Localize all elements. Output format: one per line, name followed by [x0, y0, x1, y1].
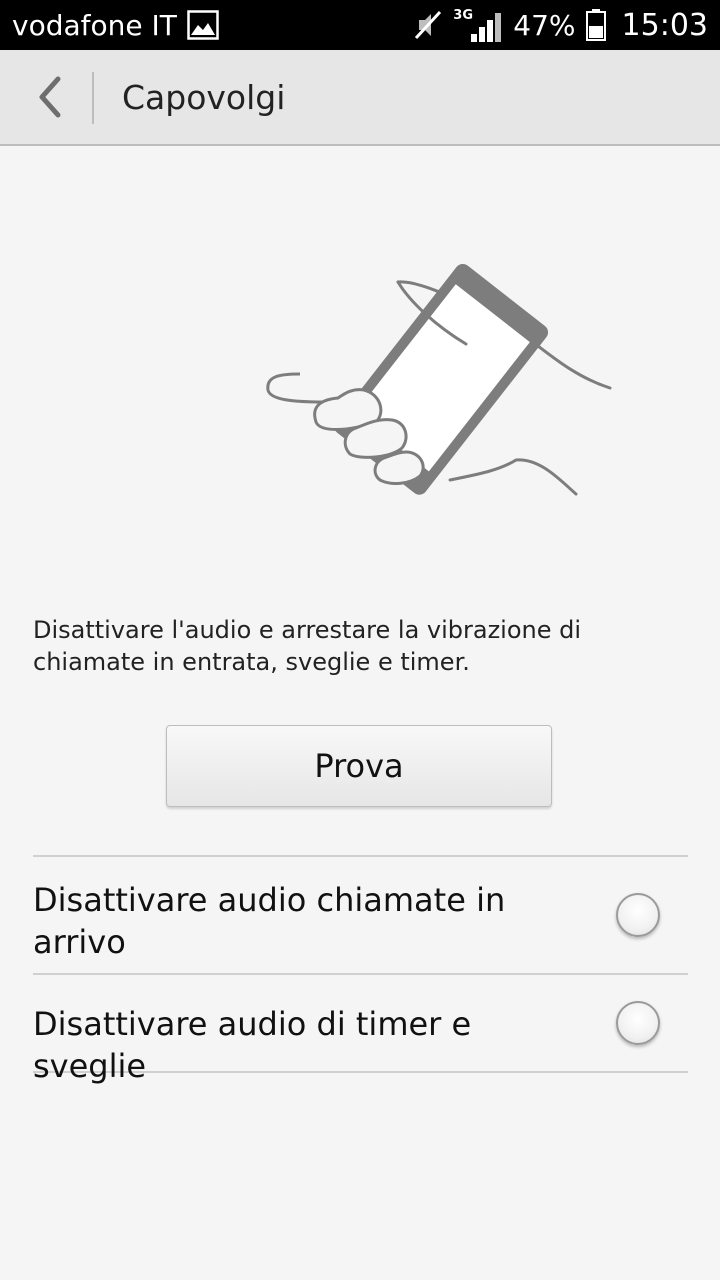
option-mute-timers-alarms[interactable]: Disattivare audio di timer e sveglie [33, 975, 688, 1085]
signal-icon [471, 13, 502, 42]
feature-description: Disattivare l'audio e arrestare la vibra… [33, 616, 582, 676]
status-bar: vodafone IT 3G 47% 15:03 [0, 0, 720, 50]
option-mute-incoming-calls[interactable]: Disattivare audio chiamate in arrivo [33, 857, 688, 973]
carrier-name: vodafone IT [12, 8, 177, 42]
option-label: Disattivare audio chiamate in arrivo [33, 881, 506, 961]
chevron-left-icon [39, 76, 61, 118]
header-divider [92, 72, 94, 124]
clock: 15:03 [621, 7, 708, 43]
page-title: Capovolgi [122, 78, 286, 117]
options-list: Disattivare audio chiamate in arrivo Dis… [33, 855, 688, 1085]
battery-icon [585, 9, 606, 41]
mute-calls-radio[interactable] [616, 893, 660, 937]
muted-icon [415, 10, 442, 40]
try-button[interactable]: Prova [166, 725, 552, 807]
option-label: Disattivare audio di timer e sveglie [33, 1005, 472, 1085]
network-type: 3G [453, 8, 474, 23]
status-icons: 3G 47% 15:03 [413, 0, 708, 50]
action-bar: Capovolgi [0, 50, 720, 146]
image-icon [187, 10, 219, 40]
hand-holding-phone-icon [266, 263, 612, 496]
battery-percent: 47% [513, 8, 576, 42]
mute-alarms-radio[interactable] [616, 1001, 660, 1045]
back-button[interactable] [24, 72, 74, 122]
signal-indicator: 3G [453, 8, 503, 42]
